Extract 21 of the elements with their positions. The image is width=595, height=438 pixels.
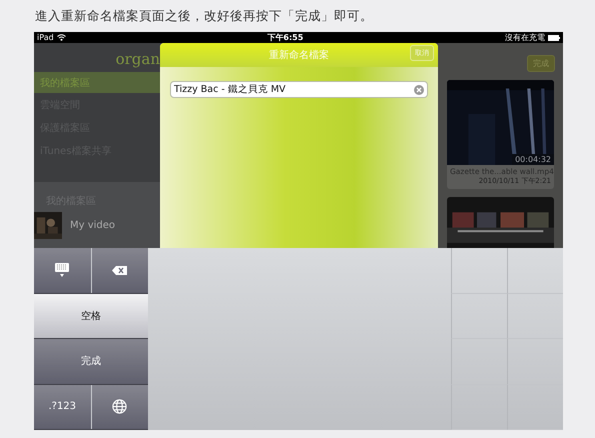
globe-icon <box>112 399 128 414</box>
name-field[interactable]: Tizzy Bac - 鐵之貝克 MV <box>170 81 428 98</box>
charging-status: 沒有在充電 <box>505 32 545 43</box>
hide-keyboard-key[interactable] <box>34 248 90 292</box>
wifi-icon <box>56 34 66 41</box>
clear-icon[interactable] <box>414 84 424 94</box>
file-title[interactable]: My video <box>70 220 116 231</box>
status-time: 下午6:55 <box>266 32 304 43</box>
backspace-key[interactable] <box>92 248 148 292</box>
battery-icon <box>548 34 560 40</box>
keyboard-key[interactable]: 空格 <box>34 294 148 338</box>
video-duration: 00:04:32 <box>512 154 554 165</box>
globe-key[interactable] <box>92 384 148 429</box>
caption-text: 進入重新命名檔案頁面之後，改好後再按下「完成」即可。 <box>34 7 374 25</box>
device-name: iPad <box>37 32 54 43</box>
keyboard-key[interactable]: .?123 <box>34 384 90 429</box>
dialog-title: 重新命名檔案 <box>269 48 329 62</box>
app-logo: organ <box>116 50 160 70</box>
keyboard-key[interactable]: 完成 <box>34 339 148 384</box>
backspace-icon <box>112 266 128 275</box>
keyboard-icon <box>54 262 70 278</box>
